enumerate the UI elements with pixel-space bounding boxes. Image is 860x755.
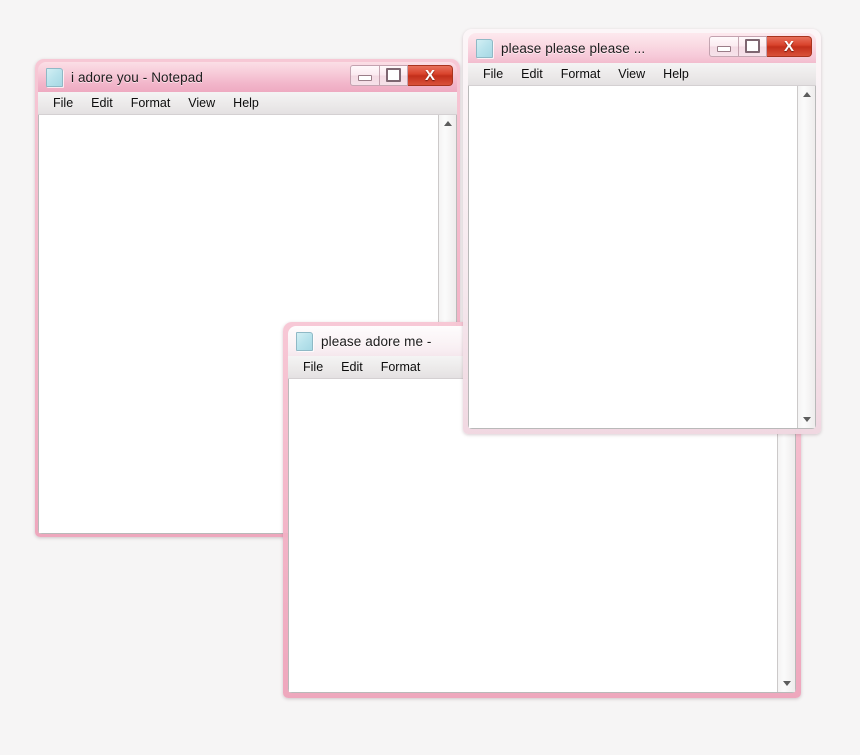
minimize-icon (717, 46, 731, 52)
maximize-icon (745, 39, 760, 53)
menu-item-view[interactable]: View (179, 93, 224, 113)
menubar-please: File Edit Format View Help (468, 63, 816, 86)
chevron-down-icon (802, 417, 811, 422)
close-icon: X (783, 37, 794, 55)
client-area-please (468, 86, 816, 429)
minimize-button[interactable] (709, 35, 738, 57)
menu-item-format[interactable]: Format (552, 64, 610, 84)
notepad-icon (296, 331, 313, 351)
window-title: please please please ... (501, 40, 646, 56)
window-title: i adore you - Notepad (71, 69, 203, 85)
close-button[interactable]: X (408, 64, 453, 86)
window-please-please[interactable]: please please please ... X File Edit For… (468, 33, 816, 429)
scroll-up-button[interactable] (439, 115, 456, 132)
menu-item-help[interactable]: Help (654, 64, 698, 84)
maximize-button[interactable] (738, 35, 767, 57)
menu-item-file[interactable]: File (474, 64, 512, 84)
notepad-icon (46, 67, 63, 87)
chevron-up-icon (802, 92, 811, 97)
menu-item-file[interactable]: File (44, 93, 82, 113)
titlebar-please[interactable]: please please please ... X (468, 33, 816, 63)
scroll-down-button[interactable] (798, 411, 815, 428)
menu-item-edit[interactable]: Edit (512, 64, 552, 84)
maximize-icon (386, 68, 401, 82)
menubar-adore-you: File Edit Format View Help (38, 92, 457, 115)
menu-item-format[interactable]: Format (122, 93, 180, 113)
menu-item-help[interactable]: Help (224, 93, 268, 113)
menu-item-file[interactable]: File (294, 357, 332, 377)
close-icon: X (424, 66, 435, 84)
scroll-up-button[interactable] (798, 86, 815, 103)
scroll-down-button[interactable] (778, 675, 795, 692)
maximize-button[interactable] (379, 64, 408, 86)
menu-item-edit[interactable]: Edit (82, 93, 122, 113)
chevron-up-icon (443, 121, 452, 126)
caption-buttons: X (350, 64, 453, 86)
window-title: please adore me - (321, 333, 432, 349)
close-button[interactable]: X (767, 35, 812, 57)
minimize-button[interactable] (350, 64, 379, 86)
text-editor[interactable] (469, 86, 797, 428)
notepad-icon (476, 38, 493, 58)
chevron-down-icon (782, 681, 791, 686)
menu-item-edit[interactable]: Edit (332, 357, 372, 377)
caption-buttons: X (709, 35, 812, 57)
menu-item-format[interactable]: Format (372, 357, 430, 377)
titlebar-adore-you[interactable]: i adore you - Notepad X (38, 62, 457, 92)
minimize-icon (358, 75, 372, 81)
menu-item-view[interactable]: View (609, 64, 654, 84)
vertical-scrollbar[interactable] (797, 86, 815, 428)
